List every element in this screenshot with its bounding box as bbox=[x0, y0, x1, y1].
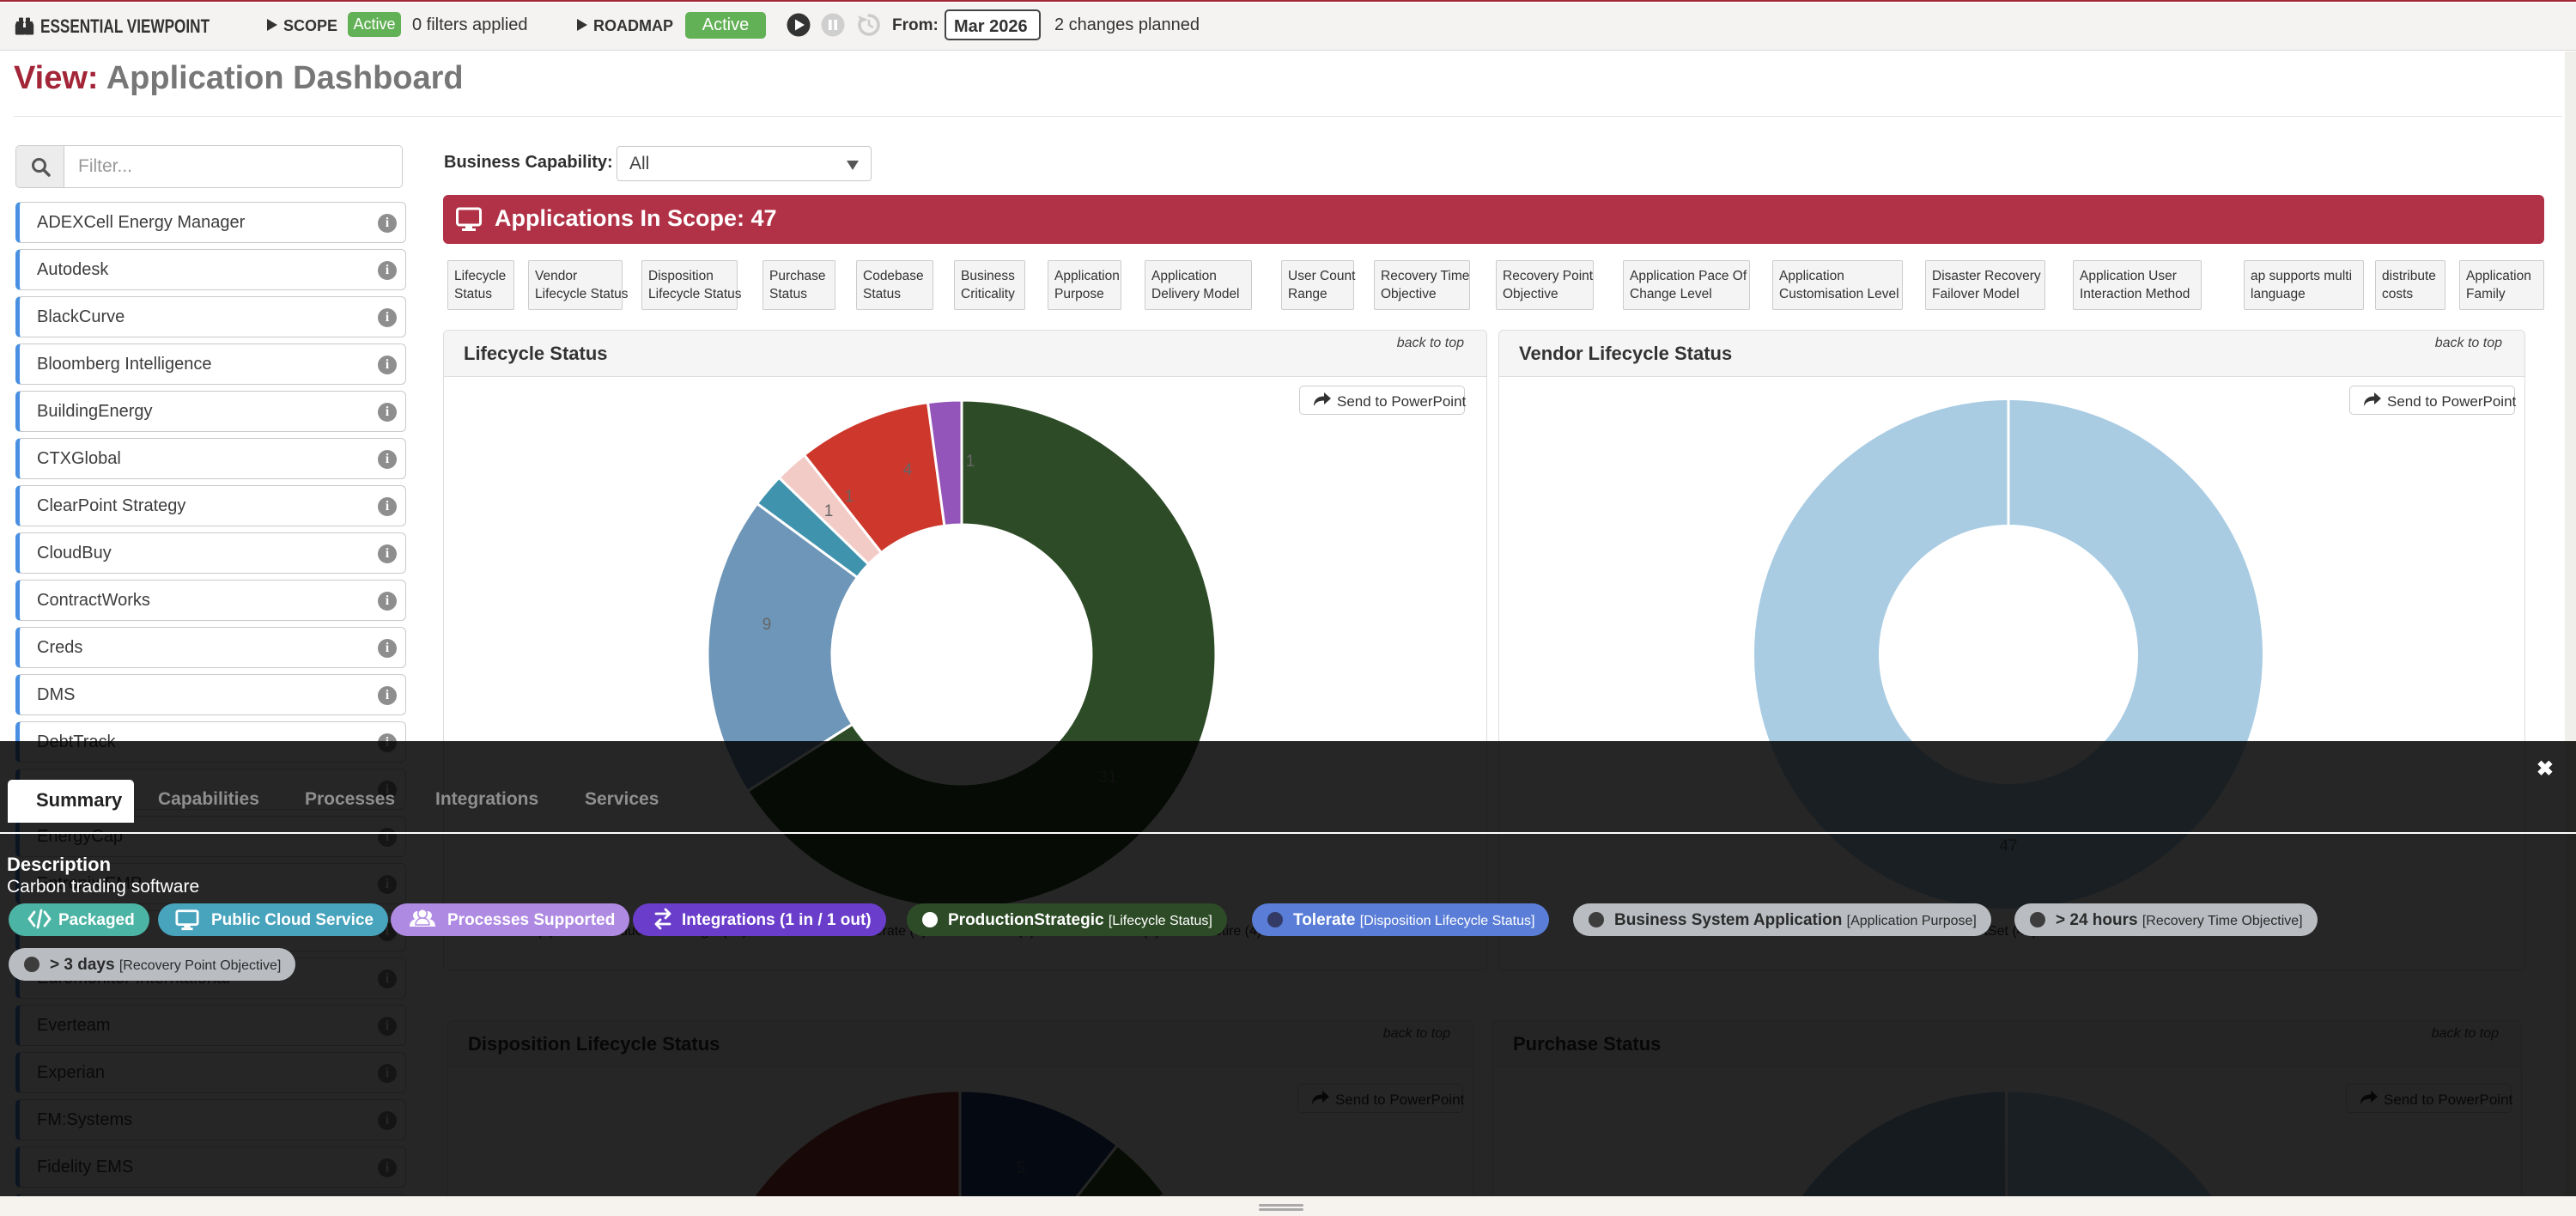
svg-text:9: 9 bbox=[762, 616, 772, 634]
svg-text:4: 4 bbox=[903, 461, 913, 479]
svg-text:1: 1 bbox=[824, 502, 834, 520]
svg-text:1: 1 bbox=[845, 488, 854, 506]
svg-text:1: 1 bbox=[966, 453, 975, 471]
